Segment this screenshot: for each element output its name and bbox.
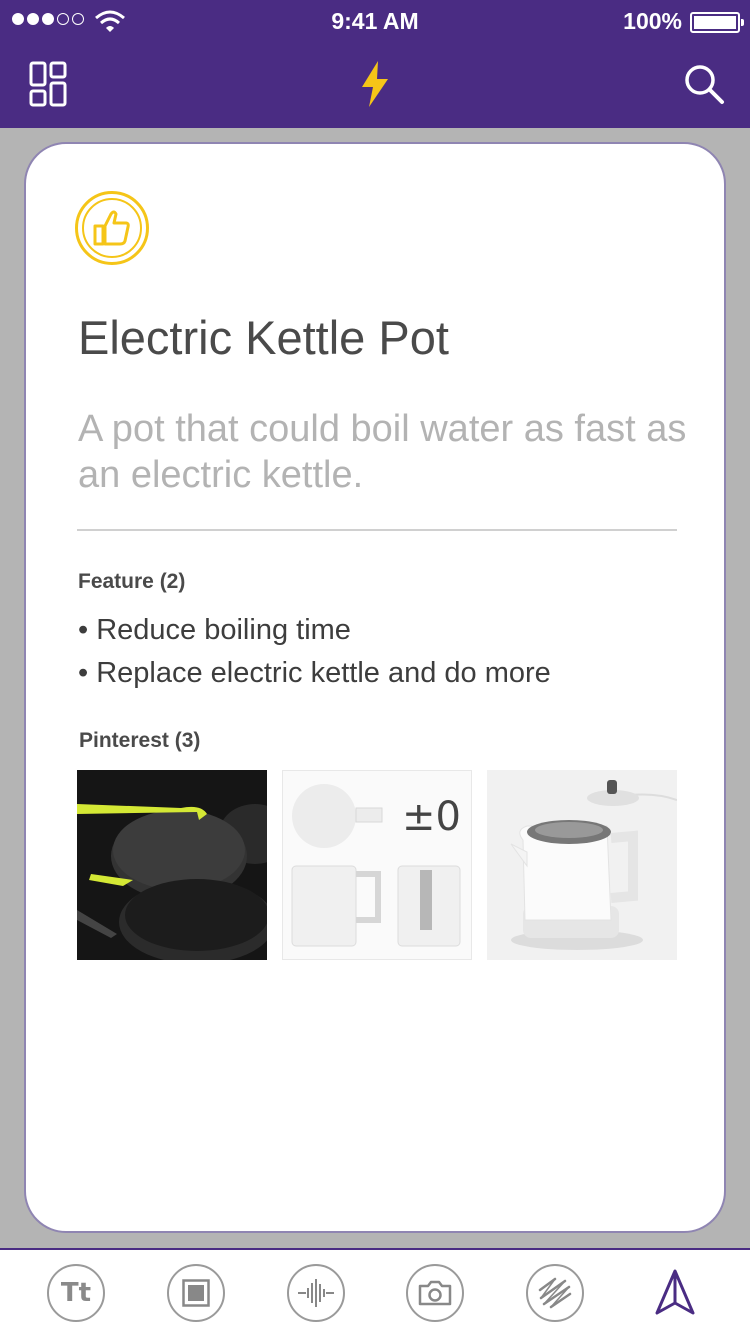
search-icon xyxy=(685,65,724,104)
text-tool-button[interactable]: Tt xyxy=(47,1264,105,1322)
pinterest-image-text: ±0 xyxy=(402,794,461,840)
quick-idea-button[interactable] xyxy=(345,54,405,114)
camera-tool-icon xyxy=(418,1280,452,1306)
audio-tool-icon xyxy=(298,1279,334,1307)
nav-bar xyxy=(0,44,750,128)
status-bar: 9:41 AM 100% xyxy=(0,0,750,44)
feature-list: Reduce boiling time Replace electric ket… xyxy=(78,609,551,695)
battery-percentage: 100% xyxy=(623,8,682,34)
pinterest-gallery: ±0 xyxy=(77,770,677,960)
divider xyxy=(77,529,677,531)
black-pans-image[interactable] xyxy=(77,770,267,960)
frame-tool-button[interactable] xyxy=(167,1264,225,1322)
card-title[interactable]: Electric Kettle Pot xyxy=(78,310,449,365)
card-subtitle[interactable]: A pot that could boil water as fast as a… xyxy=(78,406,688,498)
board-layout-icon xyxy=(29,61,67,107)
lightning-bolt-icon xyxy=(362,61,388,107)
send-button[interactable] xyxy=(646,1264,704,1322)
list-item[interactable]: Reduce boiling time xyxy=(78,609,551,652)
board-layout-button[interactable] xyxy=(18,54,78,114)
audio-tool-button[interactable] xyxy=(287,1264,345,1322)
like-badge[interactable] xyxy=(75,191,149,265)
search-button[interactable] xyxy=(674,54,734,114)
camera-tool-button[interactable] xyxy=(406,1264,464,1322)
bottom-toolbar: Tt xyxy=(0,1248,750,1334)
feature-heading: Feature (2) xyxy=(78,570,186,593)
idea-card: Electric Kettle Pot A pot that could boi… xyxy=(24,142,726,1233)
battery-icon xyxy=(690,12,744,33)
pinterest-heading: Pinterest (3) xyxy=(79,729,201,752)
sketch-tool-icon xyxy=(538,1277,572,1309)
sketch-tool-button[interactable] xyxy=(526,1264,584,1322)
white-kettle-image[interactable] xyxy=(487,770,677,960)
thumbs-up-icon xyxy=(93,210,130,246)
frame-tool-icon xyxy=(182,1279,210,1307)
text-tool-icon: Tt xyxy=(60,1278,92,1308)
white-jugs-image[interactable]: ±0 xyxy=(282,770,472,960)
list-item[interactable]: Replace electric kettle and do more xyxy=(78,652,551,695)
send-icon xyxy=(655,1269,695,1315)
